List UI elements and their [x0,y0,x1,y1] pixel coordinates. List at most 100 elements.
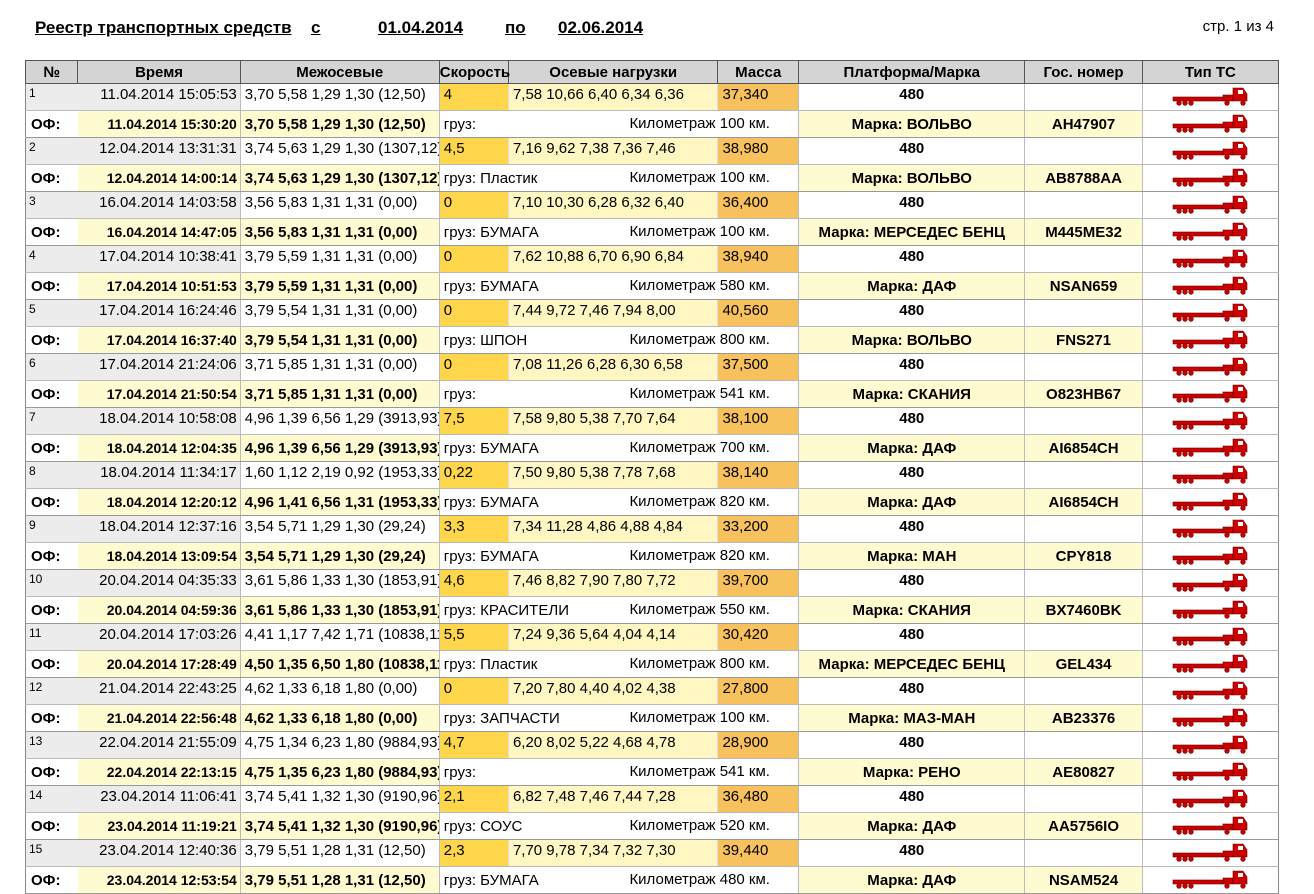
table-row-of[interactable]: ОФ: 18.04.2014 12:20:12 4,96 1,41 6,56 1… [24,488,1280,516]
reg-empty [1024,461,1143,489]
record-number: 12 [24,677,78,705]
of-axle-spacing: 3,70 5,58 1,29 1,30 (12,50) [239,110,440,138]
axle-loads: 7,24 9,36 5,64 4,04 4,14 [507,623,718,651]
table-row-of[interactable]: ОФ: 18.04.2014 13:09:54 3,54 5,71 1,29 1… [24,542,1280,570]
table-row-of[interactable]: ОФ: 11.04.2014 15:30:20 3,70 5,58 1,29 1… [24,110,1280,138]
mileage-text: Километраж 550 км. [629,601,770,618]
mass: 37,340 [717,83,799,111]
cargo: груз: КРАСИТЕЛИ Километраж 550 км. [438,596,770,624]
axle-spacing: 4,96 1,39 6,56 1,29 (3913,93) [239,407,440,435]
reg-empty [1024,785,1143,813]
reg-number: O823HB67 [1024,380,1143,408]
brand: Марка: ДАФ [798,488,1025,516]
record-number: 11 [24,623,78,651]
brand: Марка: ВОЛЬВО [798,110,1025,138]
record-time: 20.04.2014 17:03:26 [77,623,241,651]
of-time: 17.04.2014 21:50:54 [77,380,241,408]
of-label: ОФ: [24,272,78,300]
reg-number: BX7460BK [1024,596,1143,624]
table-row-of[interactable]: ОФ: 17.04.2014 16:37:40 3,79 5,54 1,31 1… [24,326,1280,354]
record-number: 8 [24,461,78,489]
of-axle-spacing: 3,74 5,41 1,32 1,30 (9190,96) [239,812,440,840]
truck-trailer-icon [1173,843,1248,862]
table-row[interactable]: 14 23.04.2014 11:06:41 3,74 5,41 1,32 1,… [24,785,1280,813]
of-time: 11.04.2014 15:30:20 [77,110,241,138]
cargo: груз: ЗАПЧАСТИ Километраж 100 км. [438,704,770,732]
cargo: груз: БУМАГА Километраж 820 км. [438,488,770,516]
axle-loads: 7,34 11,28 4,86 4,88 4,84 [507,515,718,543]
table-row-of[interactable]: ОФ: 21.04.2014 22:56:48 4,62 1,33 6,18 1… [24,704,1280,732]
axle-spacing: 3,74 5,41 1,32 1,30 (9190,96) [239,785,440,813]
table-row[interactable]: 4 17.04.2014 10:38:41 3,79 5,59 1,31 1,3… [24,245,1280,273]
table-row-of[interactable]: ОФ: 12.04.2014 14:00:14 3,74 5,63 1,29 1… [24,164,1280,192]
table-row[interactable]: 15 23.04.2014 12:40:36 3,79 5,51 1,28 1,… [24,839,1280,867]
of-time: 16.04.2014 14:47:05 [77,218,241,246]
vehicle-type-cell [1141,110,1280,138]
brand: Марка: ДАФ [798,434,1025,462]
cargo: груз: БУМАГА Километраж 820 км. [438,542,770,570]
reg-empty [1024,731,1143,759]
reg-number: M445ME32 [1024,218,1143,246]
table-row[interactable]: 3 16.04.2014 14:03:58 3,56 5,83 1,31 1,3… [24,191,1280,219]
table-row-of[interactable]: ОФ: 18.04.2014 12:04:35 4,96 1,39 6,56 1… [24,434,1280,462]
table-row-of[interactable]: ОФ: 22.04.2014 22:13:15 4,75 1,35 6,23 1… [24,758,1280,786]
table-row-of[interactable]: ОФ: 17.04.2014 21:50:54 3,71 5,85 1,31 1… [24,380,1280,408]
table-row-of[interactable]: ОФ: 20.04.2014 17:28:49 4,50 1,35 6,50 1… [24,650,1280,678]
reg-number: AH47907 [1024,110,1143,138]
brand: Марка: ДАФ [798,272,1025,300]
table-row[interactable]: 1 11.04.2014 15:05:53 3,70 5,58 1,29 1,3… [24,83,1280,111]
vehicle-type-cell [1141,407,1280,435]
of-time: 21.04.2014 22:56:48 [77,704,241,732]
table-row-of[interactable]: ОФ: 23.04.2014 11:19:21 3,74 5,41 1,32 1… [24,812,1280,840]
axle-spacing: 3,79 5,51 1,28 1,31 (12,50) [239,839,440,867]
from-label: с [311,18,321,37]
reg-empty [1024,569,1143,597]
truck-trailer-icon [1173,87,1248,106]
axle-spacing: 3,79 5,59 1,31 1,31 (0,00) [239,245,440,273]
record-time: 21.04.2014 22:43:25 [77,677,241,705]
of-time: 23.04.2014 12:53:54 [77,866,241,894]
of-axle-spacing: 4,62 1,33 6,18 1,80 (0,00) [239,704,440,732]
table-row[interactable]: 8 18.04.2014 11:34:17 1,60 1,12 2,19 0,9… [24,461,1280,489]
table-row[interactable]: 13 22.04.2014 21:55:09 4,75 1,34 6,23 1,… [24,731,1280,759]
axle-spacing: 4,62 1,33 6,18 1,80 (0,00) [239,677,440,705]
reg-empty [1024,407,1143,435]
vehicle-type-cell [1141,758,1280,786]
table-row-of[interactable]: ОФ: 17.04.2014 10:51:53 3,79 5,59 1,31 1… [24,272,1280,300]
platform: 480 [798,83,1025,111]
truck-trailer-icon [1173,168,1248,187]
date-from: 01.04.2014 [378,18,464,37]
speed: 3,3 [438,515,509,543]
table-row-of[interactable]: ОФ: 23.04.2014 12:53:54 3,79 5,51 1,28 1… [24,866,1280,894]
vehicle-type-cell [1141,542,1280,570]
mass: 28,900 [717,731,799,759]
table-row[interactable]: 10 20.04.2014 04:35:33 3,61 5,86 1,33 1,… [24,569,1280,597]
col-time: Время [77,60,241,84]
platform: 480 [798,677,1025,705]
table-row-of[interactable]: ОФ: 20.04.2014 04:59:36 3,61 5,86 1,33 1… [24,596,1280,624]
table-row[interactable]: 5 17.04.2014 16:24:46 3,79 5,54 1,31 1,3… [24,299,1280,327]
platform: 480 [798,623,1025,651]
table-row[interactable]: 9 18.04.2014 12:37:16 3,54 5,71 1,29 1,3… [24,515,1280,543]
reg-number: AB23376 [1024,704,1143,732]
of-label: ОФ: [24,542,78,570]
mileage-text: Километраж 700 км. [629,439,770,456]
platform: 480 [798,569,1025,597]
table-row[interactable]: 7 18.04.2014 10:58:08 4,96 1,39 6,56 1,2… [24,407,1280,435]
record-time: 22.04.2014 21:55:09 [77,731,241,759]
table-row[interactable]: 11 20.04.2014 17:03:26 4,41 1,17 7,42 1,… [24,623,1280,651]
speed: 4 [438,83,509,111]
table-row[interactable]: 12 21.04.2014 22:43:25 4,62 1,33 6,18 1,… [24,677,1280,705]
speed: 2,3 [438,839,509,867]
speed: 0 [438,191,509,219]
mileage-text: Километраж 100 км. [629,115,770,132]
vehicle-type-cell [1141,839,1280,867]
table-row[interactable]: 2 12.04.2014 13:31:31 3,74 5,63 1,29 1,3… [24,137,1280,165]
table-row[interactable]: 6 17.04.2014 21:24:06 3,71 5,85 1,31 1,3… [24,353,1280,381]
table-row-of[interactable]: ОФ: 16.04.2014 14:47:05 3,56 5,83 1,31 1… [24,218,1280,246]
vehicle-type-cell [1141,812,1280,840]
speed: 0 [438,299,509,327]
record-number: 6 [24,353,78,381]
record-time: 11.04.2014 15:05:53 [77,83,241,111]
speed: 2,1 [438,785,509,813]
